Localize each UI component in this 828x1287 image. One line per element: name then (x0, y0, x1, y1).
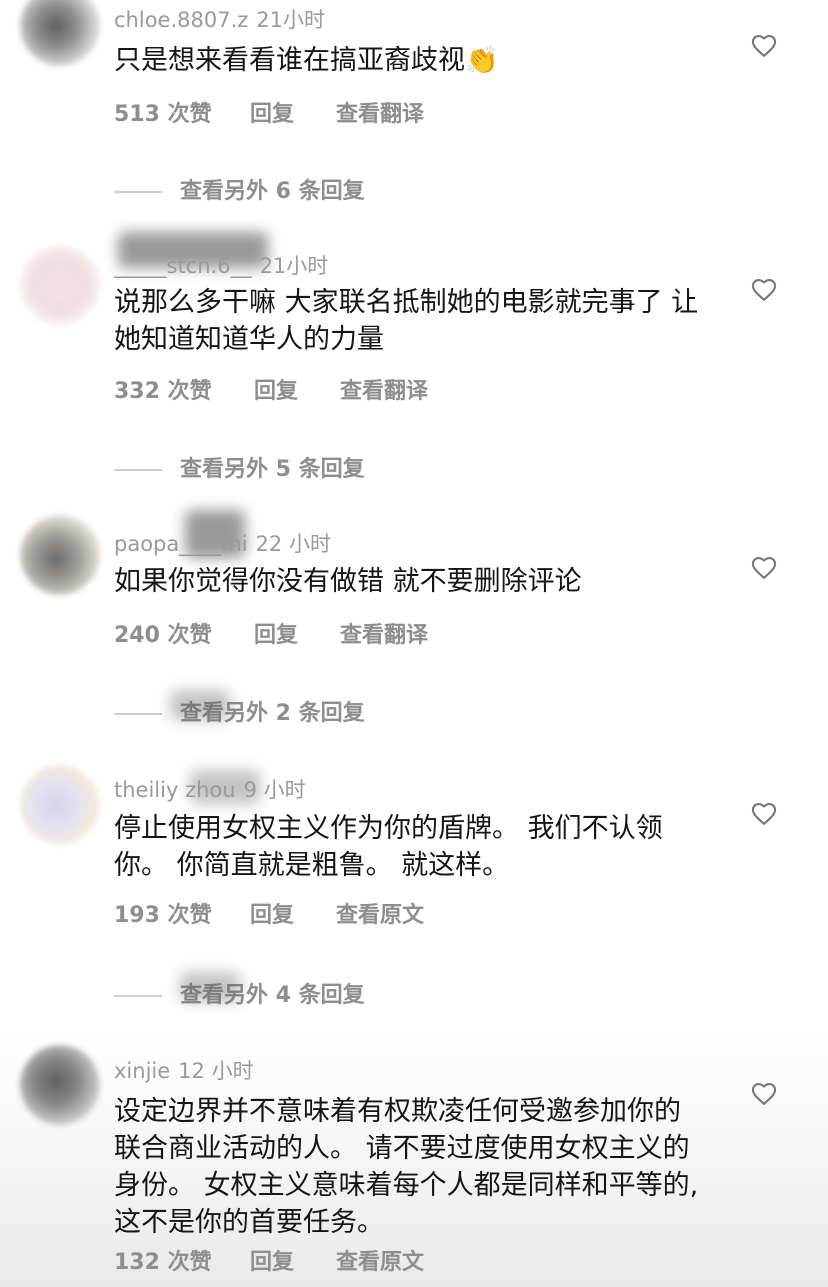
timestamp: 12 小时 (178, 1059, 254, 1083)
username[interactable]: xinjie (114, 1059, 170, 1083)
timestamp: 22 小时 (255, 532, 331, 556)
likes-count[interactable]: 240 次赞 (114, 617, 254, 649)
likes-count[interactable]: 193 次赞 (114, 897, 250, 929)
view-more-replies[interactable]: 查看另外 2 条回复 (114, 695, 365, 727)
username[interactable]: theiliy zhou (114, 778, 236, 802)
redaction-blur (170, 690, 230, 720)
divider-line (114, 713, 162, 715)
timestamp: 21小时 (256, 8, 326, 32)
comment-actions: 240 次赞 回复 查看翻译 (114, 617, 428, 649)
comment-meta: xinjie 12 小时 (114, 1055, 254, 1085)
likes-count[interactable]: 132 次赞 (114, 1244, 250, 1276)
view-more-label: 查看另外 6 条回复 (180, 179, 365, 204)
username[interactable]: _____stcn.6__ (114, 254, 252, 278)
comment-text: 只是想来看看谁在搞亚裔歧视👏 (114, 45, 499, 76)
translate-button[interactable]: 查看原文 (336, 897, 424, 929)
avatar[interactable] (20, 765, 100, 845)
comment-text: 设定边界并不意味着有权欺凌任何受邀参加你的联合商业活动的人。 请不要过度使用女权… (114, 1096, 699, 1238)
comment-text: 如果你觉得你没有做错 就不要删除评论 (114, 566, 582, 597)
likes-count[interactable]: 332 次赞 (114, 373, 254, 405)
avatar[interactable] (20, 1045, 100, 1125)
avatar[interactable] (20, 0, 100, 66)
comment-actions: 193 次赞 回复 查看原文 (114, 897, 424, 929)
translate-button[interactable]: 查看翻译 (340, 373, 428, 405)
avatar[interactable] (20, 515, 100, 595)
heart-outline-icon[interactable] (750, 276, 778, 304)
comment-meta: paopa____mi 22 小时 (114, 528, 331, 558)
reply-button[interactable]: 回复 (254, 373, 340, 405)
heart-outline-icon[interactable] (750, 800, 778, 828)
divider-line (114, 469, 162, 471)
avatar[interactable] (20, 245, 100, 325)
comment-text: 停止使用女权主义作为你的盾牌。 我们不认领你。 你简直就是粗鲁。 就这样。 (114, 813, 663, 881)
divider-line (114, 995, 162, 997)
reply-button[interactable]: 回复 (250, 1244, 336, 1276)
redaction-blur (180, 972, 240, 1002)
comment-actions: 513 次赞 回复 查看翻译 (114, 96, 424, 128)
heart-outline-icon[interactable] (750, 554, 778, 582)
heart-outline-icon[interactable] (750, 32, 778, 60)
view-more-replies[interactable]: 查看另外 5 条回复 (114, 451, 365, 483)
comment-meta: chloe.8807.z 21小时 (114, 4, 325, 34)
translate-button[interactable]: 查看原文 (336, 1244, 424, 1276)
heart-outline-icon[interactable] (750, 1080, 778, 1108)
timestamp: 21小时 (259, 254, 329, 278)
reply-button[interactable]: 回复 (254, 617, 340, 649)
comment-meta: theiliy zhou 9 小时 (114, 774, 306, 804)
comment-text: 说那么多干嘛 大家联名抵制她的电影就完事了 让她知道知道华人的力量 (114, 287, 699, 355)
view-more-label: 查看另外 5 条回复 (180, 457, 365, 482)
comment-meta: _____stcn.6__ 21小时 (114, 250, 328, 280)
translate-button[interactable]: 查看翻译 (340, 617, 428, 649)
likes-count[interactable]: 513 次赞 (114, 96, 250, 128)
view-more-replies[interactable]: 查看另外 6 条回复 (114, 173, 365, 205)
reply-button[interactable]: 回复 (250, 96, 336, 128)
username[interactable]: chloe.8807.z (114, 8, 248, 32)
comment-actions: 132 次赞 回复 查看原文 (114, 1244, 424, 1276)
username[interactable]: paopa____mi (114, 532, 248, 556)
translate-button[interactable]: 查看翻译 (336, 96, 424, 128)
reply-button[interactable]: 回复 (250, 897, 336, 929)
timestamp: 9 小时 (243, 778, 306, 802)
divider-line (114, 191, 162, 193)
comment-actions: 332 次赞 回复 查看翻译 (114, 373, 428, 405)
